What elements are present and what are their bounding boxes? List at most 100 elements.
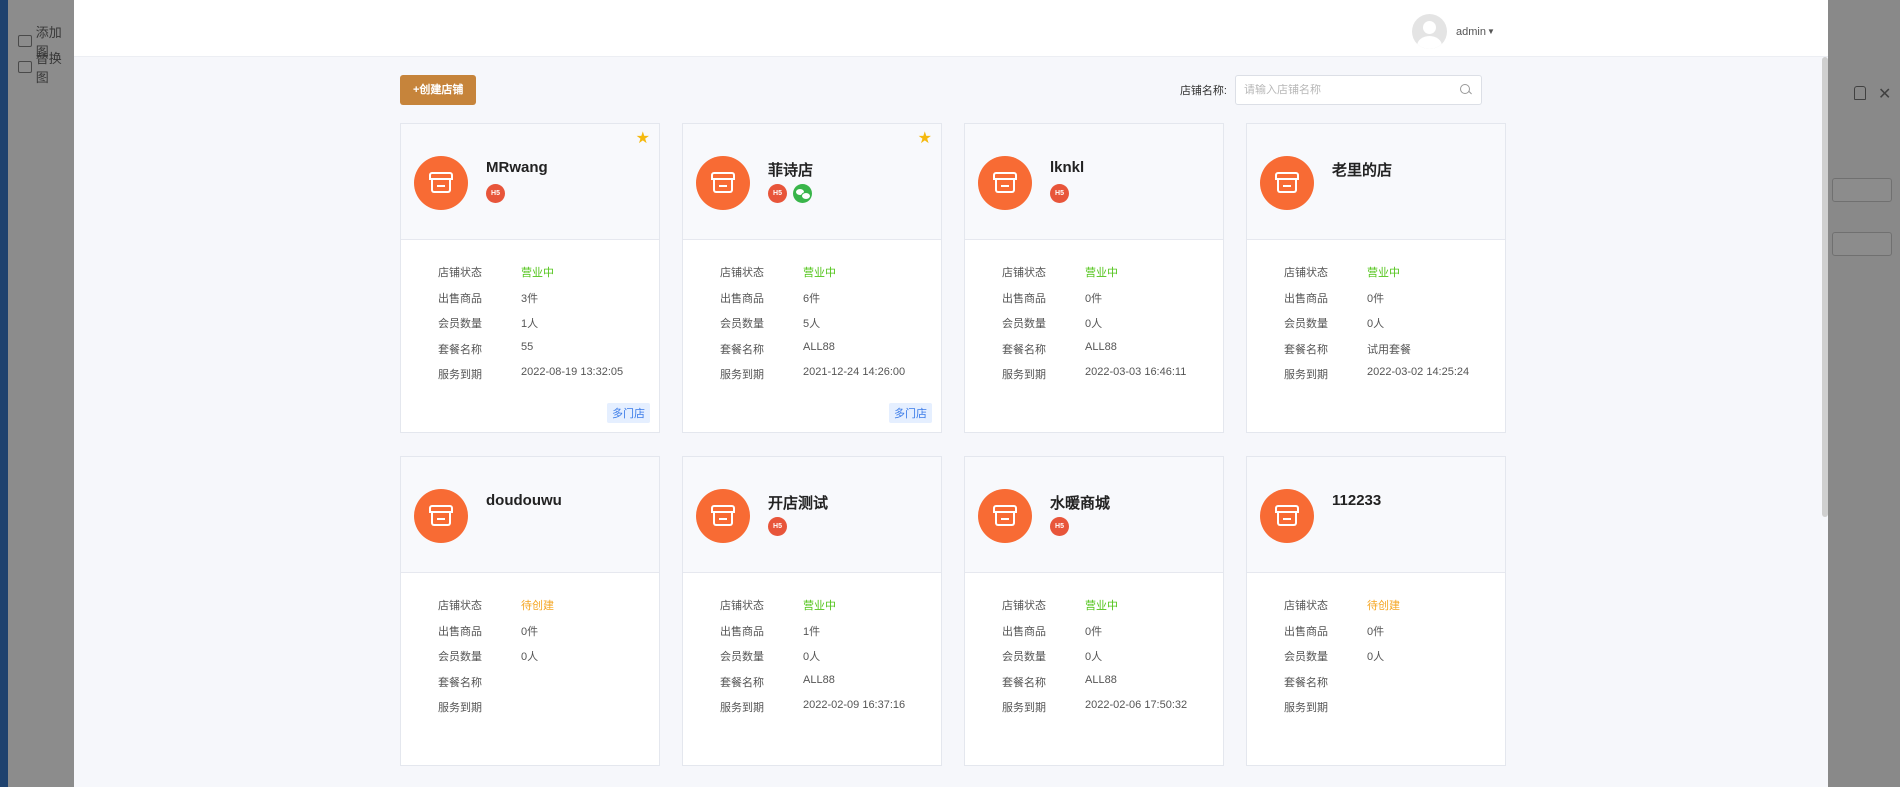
store-badges: H5 [768, 184, 812, 203]
star-icon[interactable]: ★ [636, 128, 650, 148]
store-card[interactable]: 老里的店 店铺状态 营业中 出售商品 0件 会员数量 0人 套餐名称 试用套餐 服务到期 2022… [1246, 123, 1506, 433]
store-badges: H5 [486, 184, 505, 203]
store-modal: admin ▼ +创建店铺 店铺名称: MRwang H5 ★ 店铺状态营业中出… [74, 0, 1828, 787]
field-label: 套餐名称 [1002, 343, 1046, 356]
field-label: 套餐名称 [720, 676, 764, 689]
caret-down-icon[interactable]: ▼ [1487, 27, 1495, 36]
field-value: 试用套餐 [1367, 343, 1411, 356]
field-label: 服务到期 [438, 702, 482, 714]
field-value: 营业中 [803, 600, 836, 612]
create-store-button[interactable]: +创建店铺 [400, 75, 477, 105]
multi-store-tag: 多门店 [607, 403, 650, 423]
store-name[interactable]: lknkl [1050, 159, 1084, 176]
store-field-package: 套餐名称 ALL88 [720, 674, 941, 700]
store-field-status: 店铺状态 营业中 [1002, 264, 1223, 290]
field-label: 出售商品 [1002, 625, 1046, 638]
field-label: 套餐名称 [720, 343, 764, 356]
store-card-header: lknkl H5 [965, 124, 1223, 240]
avatar[interactable] [1412, 14, 1447, 49]
field-value: 待创建 [1367, 600, 1400, 612]
store-name[interactable]: 菲诗店 [768, 159, 813, 180]
star-icon[interactable]: ★ [918, 128, 932, 148]
store-icon [993, 172, 1017, 194]
store-field-goods: 出售商品 0件 [1284, 623, 1505, 649]
store-avatar [414, 156, 468, 210]
store-name[interactable]: 开店测试 [768, 492, 828, 513]
toolbar: +创建店铺 店铺名称: [400, 75, 1492, 107]
search-icon[interactable] [1459, 83, 1473, 97]
field-label: 店铺状态 [1284, 600, 1328, 612]
store-card[interactable]: 水暖商城 H5 店铺状态 营业中 出售商品 0件 会员数量 0人 套餐名称 ALL88 服务到期… [964, 456, 1224, 766]
store-field-package: 套餐名称 [1284, 674, 1505, 700]
store-card[interactable]: 菲诗店 H5 ★ 店铺状态 营业中 出售商品 6件 会员数量 5人 套餐名称 ALL88 服务到… [682, 123, 942, 433]
field-label: 套餐名称 [1002, 676, 1046, 689]
store-avatar [1260, 156, 1314, 210]
store-card[interactable]: 开店测试 H5 店铺状态 营业中 出售商品 1件 会员数量 0人 套餐名称 ALL88 服务到期… [682, 456, 942, 766]
field-label: 会员数量 [1002, 651, 1046, 663]
store-avatar [696, 489, 750, 543]
field-value: 5人 [803, 318, 821, 330]
field-label: 套餐名称 [438, 676, 482, 689]
store-card[interactable]: 112233 店铺状态 待创建 出售商品 0件 会员数量 0人 套餐名称 服务到期 [1246, 456, 1506, 766]
field-value: ALL88 [803, 673, 835, 686]
field-label: 店铺状态 [1284, 267, 1328, 279]
store-field-package: 套餐名称 [438, 674, 659, 700]
store-name[interactable]: 老里的店 [1332, 159, 1392, 180]
store-field-expire: 服务到期 2022-03-03 16:46:11 [1002, 366, 1223, 392]
store-field-members: 会员数量 0人 [1002, 315, 1223, 341]
modal-topbar: admin ▼ [74, 0, 1828, 57]
multi-store-tag: 多门店 [889, 403, 932, 423]
field-value: 0件 [1085, 292, 1103, 305]
store-card[interactable]: MRwang H5 ★ 店铺状态 营业中 出售商品 3件 会员数量 1人 套餐名称 55 服务到… [400, 123, 660, 433]
search-input[interactable] [1244, 84, 1459, 96]
store-name[interactable]: doudouwu [486, 492, 562, 509]
wechat-icon [793, 184, 812, 203]
store-field-goods: 出售商品 3件 [438, 290, 659, 316]
field-value: ALL88 [803, 340, 835, 353]
field-label: 出售商品 [1284, 625, 1328, 638]
store-field-expire: 服务到期 2022-08-19 13:32:05 [438, 366, 659, 392]
field-label: 套餐名称 [1284, 676, 1328, 689]
field-label: 店铺状态 [438, 600, 482, 612]
store-card[interactable]: doudouwu 店铺状态 待创建 出售商品 0件 会员数量 0人 套餐名称 服务到期 [400, 456, 660, 766]
search-box[interactable] [1235, 75, 1482, 105]
store-field-members: 会员数量 5人 [720, 315, 941, 341]
store-icon [1275, 172, 1299, 194]
store-card-header: doudouwu [401, 457, 659, 573]
field-value: 营业中 [803, 267, 836, 279]
field-value: 0件 [1367, 625, 1385, 638]
username[interactable]: admin [1456, 26, 1486, 38]
store-field-members: 会员数量 1人 [438, 315, 659, 341]
store-card[interactable]: lknkl H5 店铺状态 营业中 出售商品 0件 会员数量 0人 套餐名称 ALL88 服务到… [964, 123, 1224, 433]
h5-icon: H5 [1050, 517, 1069, 536]
scrollbar[interactable] [1822, 57, 1828, 517]
store-field-package: 套餐名称 ALL88 [1002, 341, 1223, 367]
field-value: 0人 [1367, 651, 1385, 663]
search-label: 店铺名称: [1179, 85, 1227, 97]
store-field-package: 套餐名称 ALL88 [1002, 674, 1223, 700]
field-value: 0人 [1085, 318, 1103, 330]
field-label: 会员数量 [720, 318, 764, 330]
store-name[interactable]: 水暖商城 [1050, 492, 1110, 513]
avatar-head [1423, 21, 1436, 34]
field-label: 会员数量 [438, 318, 482, 330]
field-value: 0人 [803, 651, 821, 663]
store-field-status: 店铺状态 营业中 [720, 264, 941, 290]
store-field-status: 店铺状态 营业中 [438, 264, 659, 290]
user-menu[interactable]: admin ▼ [1412, 14, 1495, 49]
field-value: 2022-08-19 13:32:05 [521, 366, 624, 378]
store-field-package: 套餐名称 试用套餐 [1284, 341, 1505, 367]
field-value: 营业中 [1085, 267, 1118, 279]
store-name[interactable]: MRwang [486, 159, 548, 176]
store-field-status: 店铺状态 待创建 [438, 597, 659, 623]
store-field-expire: 服务到期 2022-02-06 17:50:32 [1002, 699, 1223, 725]
field-label: 套餐名称 [438, 343, 482, 356]
field-label: 出售商品 [720, 292, 764, 305]
h5-icon: H5 [486, 184, 505, 203]
store-name[interactable]: 112233 [1332, 492, 1381, 509]
field-label: 服务到期 [438, 369, 482, 381]
field-label: 出售商品 [720, 625, 764, 638]
store-card-body: 店铺状态 营业中 出售商品 6件 会员数量 5人 套餐名称 ALL88 服务到期 2021-12-… [683, 240, 941, 392]
store-field-package: 套餐名称 ALL88 [720, 341, 941, 367]
field-value: 0人 [521, 651, 539, 663]
